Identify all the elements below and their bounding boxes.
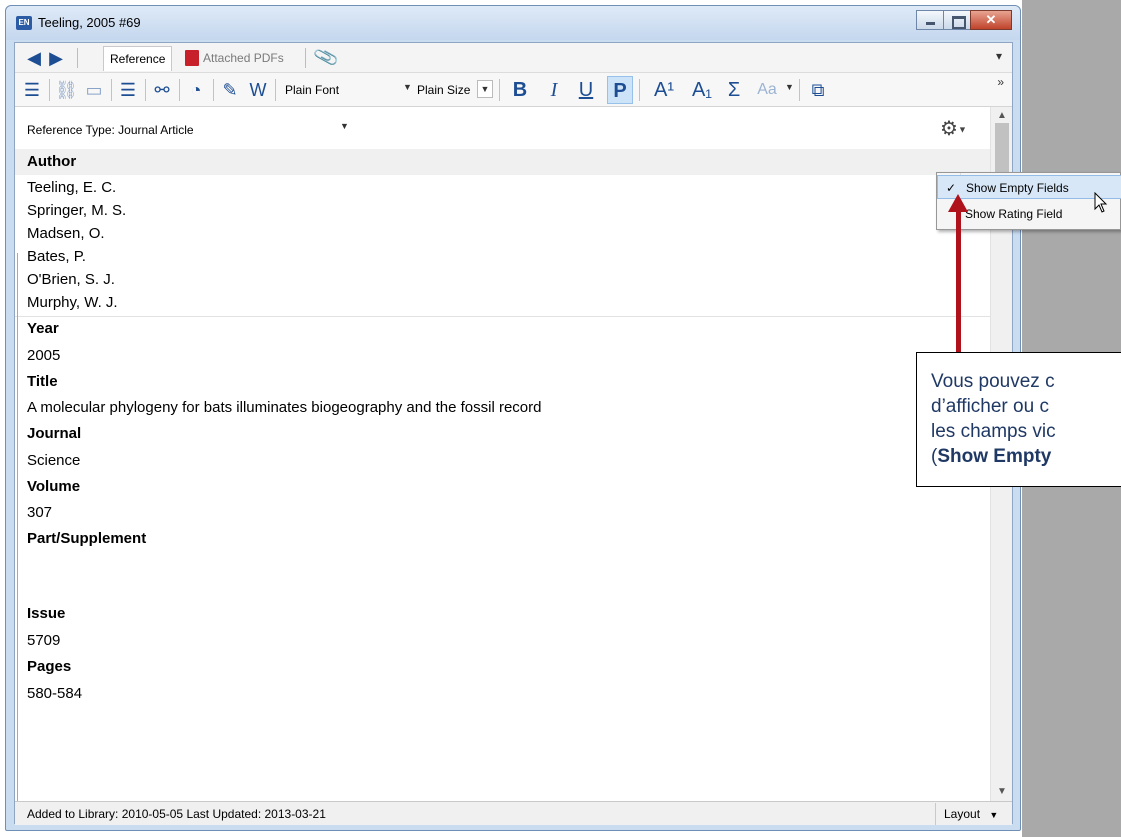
callout-bold-text: Show Empty (937, 446, 1052, 467)
title-field[interactable]: A molecular phylogeny for bats illuminat… (27, 397, 541, 419)
field-label-volume: Volume (27, 478, 81, 495)
window-controls: ✕ (916, 10, 1012, 30)
reference-panel: Reference Type: Journal Article ▼ ⚙▼ Aut… (15, 107, 990, 801)
layout-button[interactable]: Layout ▼ (935, 803, 1013, 825)
part-supplement-field[interactable] (27, 555, 427, 577)
divider (639, 79, 640, 101)
library-dates: Added to Library: 2010-05-05 Last Update… (27, 807, 326, 821)
field-label-pages: Pages (27, 658, 72, 675)
divider (799, 79, 800, 101)
reference-type-select[interactable]: Reference Type: Journal Article (27, 123, 194, 137)
edit-note-icon[interactable]: ✎ (219, 79, 241, 101)
chevron-down-icon[interactable]: ▼ (785, 82, 794, 92)
paperclip-icon[interactable]: 📎 (312, 44, 340, 71)
superscript-button[interactable]: A¹ (647, 76, 681, 104)
bold-button[interactable]: B (509, 76, 531, 104)
author-entry[interactable]: Teeling, E. C. (27, 177, 116, 199)
field-label-author: Author (15, 149, 990, 175)
field-label-title: Title (27, 373, 58, 390)
annotation-callout: Vous pouvez c d’afficher ou c les champs… (916, 352, 1121, 487)
find-full-text-icon[interactable]: ☰ (117, 79, 139, 101)
pages-field[interactable]: 580-584 (27, 683, 82, 705)
underline-button[interactable]: U (575, 76, 597, 104)
title-bar[interactable]: EN Teeling, 2005 #69 ✕ (6, 6, 1020, 40)
subscript-button[interactable]: A₁ (685, 76, 719, 104)
divider (145, 79, 146, 101)
callout-line: (Show Empty (931, 444, 1121, 469)
chevron-down-icon[interactable]: ▼ (403, 82, 412, 92)
chevron-down-icon: ▼ (957, 124, 967, 135)
scroll-down-icon[interactable]: ▼ (991, 783, 1013, 801)
word-document-icon[interactable]: W (247, 79, 269, 101)
gear-icon: ⚙ (940, 118, 958, 140)
divider (15, 316, 990, 317)
field-label-year: Year (27, 320, 59, 337)
menu-item-label: Show Empty Fields (966, 181, 1069, 195)
journal-field[interactable]: Science (27, 450, 80, 472)
annotation-arrow (956, 208, 961, 368)
tab-attached-pdfs[interactable]: Attached PDFs (181, 46, 290, 71)
open-folder-icon[interactable]: ▭ (83, 79, 105, 101)
year-field[interactable]: 2005 (27, 345, 60, 367)
tab-reference[interactable]: Reference (103, 46, 173, 71)
status-bar: Added to Library: 2010-05-05 Last Update… (15, 801, 1012, 825)
callout-line: Vous pouvez c (931, 371, 1055, 392)
author-entry[interactable]: Bates, P. (27, 246, 86, 268)
field-label-part-supplement: Part/Supplement (27, 530, 147, 547)
field-label-issue: Issue (27, 605, 66, 622)
layout-label: Layout (944, 807, 981, 821)
divider (111, 79, 112, 101)
field-options-button[interactable]: ⚙▼ (940, 115, 984, 143)
author-entry[interactable]: O'Brien, S. J. (27, 269, 115, 291)
maximize-button[interactable] (943, 10, 971, 30)
mouse-cursor-icon (1094, 192, 1108, 213)
forward-arrow-icon[interactable]: ▶ (45, 49, 67, 67)
size-select[interactable]: Plain Size (417, 83, 470, 97)
author-entry[interactable]: Madsen, O. (27, 223, 105, 245)
divider (77, 48, 78, 68)
plain-text-button[interactable]: P (607, 76, 633, 104)
chevron-down-icon[interactable]: ▼ (340, 121, 349, 131)
back-arrow-icon[interactable]: ◀ (23, 49, 45, 67)
tab-bar-more-button[interactable]: ▾ (996, 49, 1002, 63)
close-button[interactable]: ✕ (970, 10, 1012, 30)
divider (213, 79, 214, 101)
toolbar-overflow-button[interactable]: » (997, 75, 1004, 89)
menu-item-label: Show Rating Field (965, 207, 1063, 221)
divider (275, 79, 276, 101)
divider (305, 48, 306, 68)
window-content: ◀ ▶ Reference Attached PDFs 📎 ▾ ☰ ⛓ ▭ ☰ … (14, 42, 1013, 825)
chevron-down-icon: ▼ (989, 810, 999, 820)
callout-line: d’afficher ou c (931, 396, 1049, 417)
endnote-app-icon: EN (16, 16, 32, 30)
link-url-icon[interactable]: ⚯ (151, 79, 173, 101)
field-label-journal: Journal (27, 425, 82, 442)
minimize-button[interactable] (916, 10, 944, 30)
insert-citation-icon[interactable]: ☰ (21, 79, 43, 101)
font-select[interactable]: Plain Font (285, 83, 339, 97)
pdf-icon (185, 50, 199, 66)
reference-window: EN Teeling, 2005 #69 ✕ ◀ ▶ Reference Att… (5, 5, 1021, 831)
insert-figure-icon[interactable]: ◔ (185, 79, 207, 101)
divider (499, 79, 500, 101)
author-entry[interactable]: Springer, M. S. (27, 200, 126, 222)
chevron-down-icon[interactable]: ▼ (477, 80, 493, 98)
change-case-button[interactable]: Aa (753, 76, 781, 104)
symbol-button[interactable]: Σ (723, 76, 745, 104)
formatting-toolbar: ☰ ⛓ ▭ ☰ ⚯ ◔ ✎ W Plain Font ▼ Plain Size … (15, 73, 1012, 107)
divider (179, 79, 180, 101)
divider (49, 79, 50, 101)
window-title: Teeling, 2005 #69 (38, 15, 141, 30)
volume-field[interactable]: 307 (27, 502, 52, 524)
callout-line: les champs vic (931, 421, 1056, 442)
reference-tab-bar: ◀ ▶ Reference Attached PDFs 📎 ▾ (15, 43, 1012, 73)
italic-button[interactable]: I (543, 76, 565, 104)
tab-attached-pdfs-label: Attached PDFs (203, 51, 284, 65)
author-entry[interactable]: Murphy, W. J. (27, 292, 118, 314)
open-link-icon[interactable]: ⛓ (55, 79, 78, 101)
open-in-new-window-icon[interactable]: ⧉ (807, 79, 829, 101)
issue-field[interactable]: 5709 (27, 630, 60, 652)
